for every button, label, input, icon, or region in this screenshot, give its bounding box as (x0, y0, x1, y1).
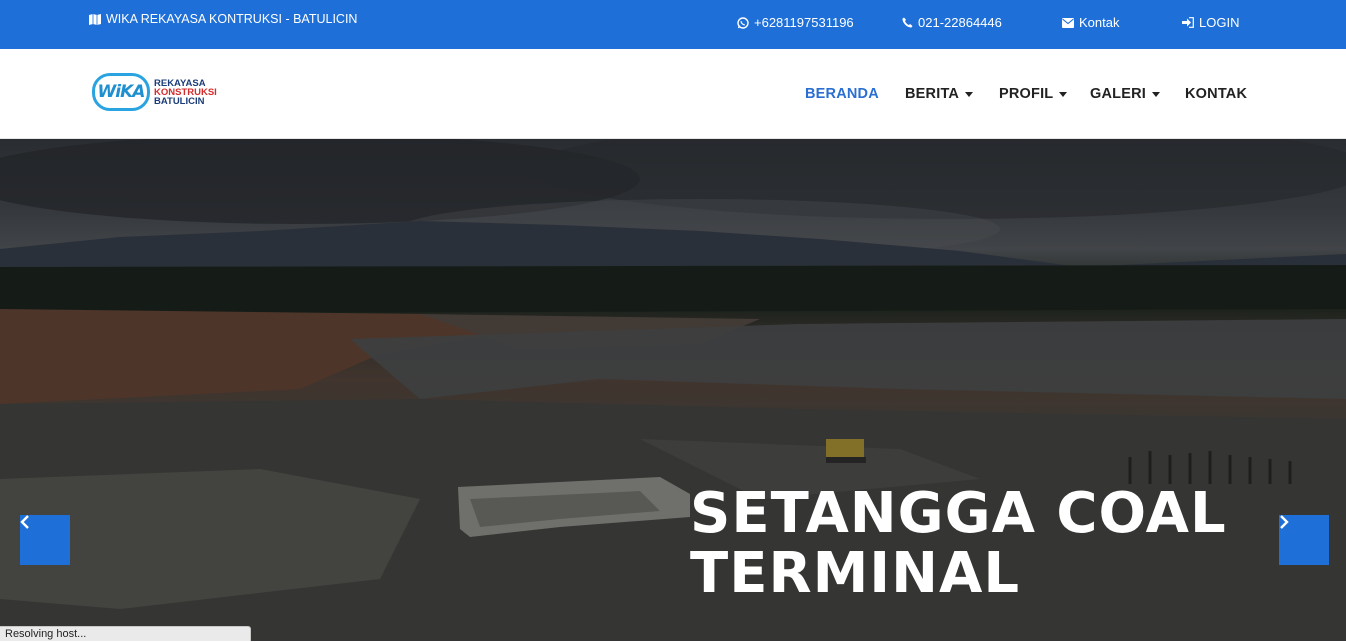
slider-prev-button[interactable] (20, 515, 70, 565)
sign-in-icon (1182, 17, 1194, 29)
site-name: WIKA REKAYASA KONTRUKSI - BATULICIN (89, 12, 357, 26)
envelope-icon (1062, 17, 1074, 29)
whatsapp-number: +6281197531196 (754, 15, 854, 30)
phone-icon (901, 17, 913, 29)
nav-item-label: KONTAK (1185, 86, 1248, 102)
caret-down-icon (1059, 91, 1068, 97)
nav-item-label: BERANDA (805, 86, 879, 102)
nav-item-profil[interactable]: PROFIL (999, 86, 1068, 102)
contact-link[interactable]: Kontak (1062, 15, 1119, 30)
caret-down-icon (1151, 91, 1160, 97)
whatsapp-link[interactable]: +6281197531196 (737, 15, 854, 30)
login-label: LOGIN (1199, 15, 1240, 30)
hero-title-line-2: TERMINAL (690, 541, 1021, 606)
phone-number: 021-22864446 (918, 15, 1002, 30)
main-navbar: WiKA REKAYASA KONSTRUKSI BATULICIN BERAN… (0, 49, 1346, 139)
nav-item-kontak[interactable]: KONTAK (1185, 86, 1247, 102)
caret-down-icon (965, 91, 974, 97)
login-link[interactable]: LOGIN (1182, 15, 1239, 30)
nav-item-galeri[interactable]: GALERI (1090, 86, 1160, 102)
phone-link[interactable]: 021-22864446 (901, 15, 1002, 30)
browser-status-bar: Resolving host... (0, 626, 251, 641)
wika-logo-mark: WiKA (92, 73, 150, 111)
contact-label: Kontak (1079, 15, 1120, 30)
hero-title-line-1: SETANGGA COAL (690, 481, 1227, 546)
slider-next-button[interactable] (1279, 515, 1329, 565)
top-bar: WIKA REKAYASA KONTRUKSI - BATULICIN +628… (0, 0, 1346, 49)
site-logo[interactable]: WiKA REKAYASA KONSTRUKSI BATULICIN (92, 72, 227, 112)
whatsapp-icon (737, 16, 749, 29)
hero-slider: SETANGGA COAL TERMINAL (0, 139, 1346, 641)
logo-line-3: BATULICIN (154, 95, 205, 107)
nav-item-berita[interactable]: BERITA (905, 86, 974, 102)
hero-title: SETANGGA COAL TERMINAL (690, 484, 1290, 604)
map-icon (89, 13, 101, 25)
nav-item-label: BERITA (905, 86, 960, 102)
nav-item-label: PROFIL (999, 86, 1054, 102)
nav-item-label: GALERI (1090, 86, 1146, 102)
nav-item-beranda[interactable]: BERANDA (805, 86, 879, 102)
site-name-text: WIKA REKAYASA KONTRUKSI - BATULICIN (106, 12, 358, 26)
logo-text: REKAYASA KONSTRUKSI BATULICIN (154, 78, 217, 107)
